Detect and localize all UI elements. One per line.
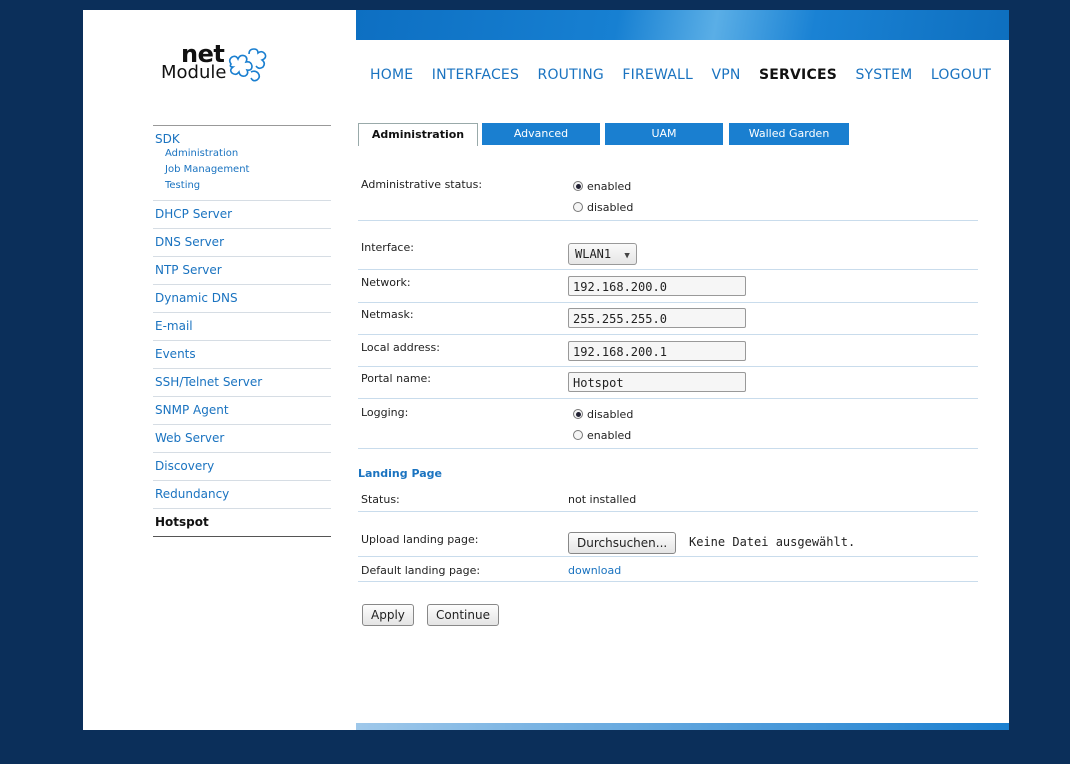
separator xyxy=(358,398,978,399)
radio-selected-icon xyxy=(573,409,583,419)
nav-services[interactable]: SERVICES xyxy=(759,67,837,83)
sidebar-item-events[interactable]: Events xyxy=(153,341,331,369)
netmodule-logo: net Module xyxy=(161,40,281,86)
sidebar-item-redundancy[interactable]: Redundancy xyxy=(153,481,331,509)
portal-name-label: Portal name: xyxy=(361,372,432,385)
logo-module-text: Module xyxy=(161,62,227,83)
nav-firewall[interactable]: FIREWALL xyxy=(622,67,693,83)
separator xyxy=(358,302,978,303)
admin-status-enabled-label: enabled xyxy=(587,180,632,193)
interface-label: Interface: xyxy=(361,241,414,254)
sidebar-subitem-testing[interactable]: Testing xyxy=(155,178,329,194)
separator xyxy=(358,366,978,367)
sidebar-item-hotspot[interactable]: Hotspot xyxy=(153,509,331,537)
landing-page-title: Landing Page xyxy=(358,467,442,480)
sidebar-item-dynamic-dns[interactable]: Dynamic DNS xyxy=(153,285,331,313)
separator xyxy=(358,581,978,582)
radio-unselected-icon xyxy=(573,430,583,440)
separator xyxy=(358,269,978,270)
admin-status-label: Administrative status: xyxy=(361,178,483,191)
default-landing-page-label: Default landing page: xyxy=(361,564,481,577)
netmask-input[interactable]: 255.255.255.0 xyxy=(568,308,746,328)
nav-routing[interactable]: ROUTING xyxy=(538,67,604,83)
header-band xyxy=(356,10,1009,40)
apply-button[interactable]: Apply xyxy=(362,604,414,626)
sidebar-item-snmp-agent[interactable]: SNMP Agent xyxy=(153,397,331,425)
tab-advanced[interactable]: Advanced xyxy=(482,123,600,145)
upload-landing-page-label: Upload landing page: xyxy=(361,533,479,546)
netmask-label: Netmask: xyxy=(361,308,414,321)
local-address-input[interactable]: 192.168.200.1 xyxy=(568,341,746,361)
top-navigation: HOME INTERFACES ROUTING FIREWALL VPN SER… xyxy=(370,67,1005,83)
admin-status-disabled-label: disabled xyxy=(587,201,634,214)
nav-logout[interactable]: LOGOUT xyxy=(931,67,991,83)
nav-system[interactable]: SYSTEM xyxy=(855,67,912,83)
logging-enabled-radio[interactable]: enabled xyxy=(573,429,631,442)
nav-home[interactable]: HOME xyxy=(370,67,413,83)
nav-vpn[interactable]: VPN xyxy=(711,67,740,83)
tab-walled-garden[interactable]: Walled Garden xyxy=(729,123,849,145)
puzzle-icon xyxy=(228,48,267,82)
footer-band xyxy=(356,723,1009,730)
landing-status-label: Status: xyxy=(361,493,400,506)
sidebar-item-dns-server[interactable]: DNS Server xyxy=(153,229,331,257)
radio-selected-icon xyxy=(573,181,583,191)
tab-administration[interactable]: Administration xyxy=(358,123,478,146)
logging-disabled-radio[interactable]: disabled xyxy=(573,408,633,421)
sidebar-item-dhcp-server[interactable]: DHCP Server xyxy=(153,201,331,229)
sidebar-subitem-job-management[interactable]: Job Management xyxy=(155,162,329,178)
no-file-selected-text: Keine Datei ausgewählt. xyxy=(689,535,856,549)
nav-interfaces[interactable]: INTERFACES xyxy=(432,67,519,83)
separator xyxy=(358,220,978,221)
sidebar-item-ntp-server[interactable]: NTP Server xyxy=(153,257,331,285)
page: net Module HOME INTERFACES ROUTING FIREW… xyxy=(83,10,1009,730)
sidebar-item-email[interactable]: E-mail xyxy=(153,313,331,341)
logging-label: Logging: xyxy=(361,406,409,419)
sidebar: SDK Administration Job Management Testin… xyxy=(153,125,331,537)
sidebar-item-sdk-label[interactable]: SDK xyxy=(155,132,329,146)
landing-status-value: not installed xyxy=(568,493,637,506)
separator xyxy=(358,511,978,512)
logging-enabled-label: enabled xyxy=(587,429,632,442)
sidebar-item-ssh-telnet-server[interactable]: SSH/Telnet Server xyxy=(153,369,331,397)
sidebar-item-sdk: SDK Administration Job Management Testin… xyxy=(153,126,331,201)
sidebar-item-web-server[interactable]: Web Server xyxy=(153,425,331,453)
separator xyxy=(358,556,978,557)
admin-status-disabled-radio[interactable]: disabled xyxy=(573,201,633,214)
admin-status-enabled-radio[interactable]: enabled xyxy=(573,180,631,193)
separator xyxy=(358,334,978,335)
sidebar-item-discovery[interactable]: Discovery xyxy=(153,453,331,481)
interface-select[interactable]: WLAN1 ▼ xyxy=(568,243,637,265)
local-address-label: Local address: xyxy=(361,341,440,354)
continue-button[interactable]: Continue xyxy=(427,604,499,626)
radio-unselected-icon xyxy=(573,202,583,212)
network-input[interactable]: 192.168.200.0 xyxy=(568,276,746,296)
network-label: Network: xyxy=(361,276,411,289)
logging-disabled-label: disabled xyxy=(587,408,634,421)
portal-name-input[interactable]: Hotspot xyxy=(568,372,746,392)
tab-uam[interactable]: UAM xyxy=(605,123,723,145)
separator xyxy=(358,448,978,449)
download-link[interactable]: download xyxy=(568,564,621,577)
dropdown-arrow-icon: ▼ xyxy=(624,251,630,261)
interface-select-value: WLAN1 xyxy=(575,247,612,261)
browse-button[interactable]: Durchsuchen... xyxy=(568,532,677,554)
sidebar-subitem-administration[interactable]: Administration xyxy=(155,146,329,162)
